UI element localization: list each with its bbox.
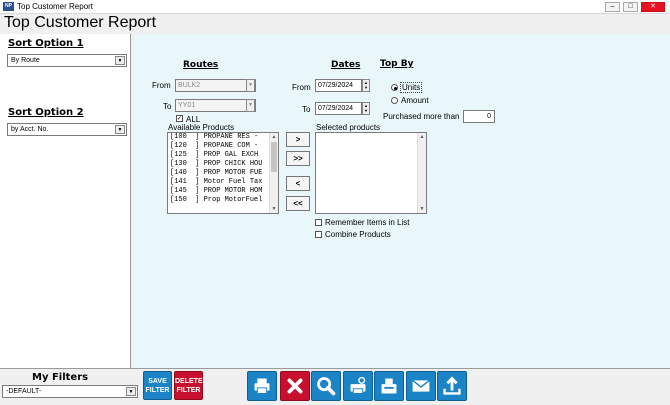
sort-option-1-select[interactable]: By Route ▼ (7, 54, 127, 67)
list-item[interactable]: [150 ] Prop MotorFuel (168, 196, 278, 205)
email-button[interactable] (406, 371, 436, 401)
routes-to-select[interactable]: YY01 ▼ (175, 99, 256, 112)
filter-select-value: -DEFAULT- (6, 388, 42, 395)
combine-products-checkbox[interactable] (315, 231, 322, 238)
bottom-divider (0, 368, 670, 369)
scroll-down-icon[interactable]: ▼ (418, 205, 426, 213)
window-titlebar (0, 0, 670, 14)
chevron-down-icon[interactable]: ▼ (246, 99, 255, 112)
selected-products-list[interactable]: ▲ ▼ (315, 132, 427, 214)
dates-title: Dates (331, 60, 361, 70)
chevron-down-icon[interactable]: ▼ (126, 387, 136, 396)
export-icon (443, 376, 461, 395)
export-button[interactable] (437, 371, 467, 401)
date-from-field[interactable]: 07/29/2024 (315, 79, 362, 92)
remove-all-button[interactable]: << (286, 196, 310, 211)
selected-products-label: Selected products (316, 123, 381, 132)
app-icon: NP (3, 2, 14, 11)
dates-from-label: From (292, 83, 311, 92)
fax-button[interactable] (374, 371, 404, 401)
scroll-up-icon[interactable]: ▲ (270, 133, 278, 141)
purchased-more-than-field[interactable]: 0 (463, 110, 495, 123)
page-title: Top Customer Report (4, 14, 157, 31)
amount-radio[interactable] (391, 97, 398, 104)
add-selected-button[interactable]: > (286, 132, 310, 147)
search-button[interactable] (311, 371, 341, 401)
available-products-label: Available Products (168, 123, 235, 132)
window-title: Top Customer Report (17, 2, 94, 11)
routes-from-select[interactable]: BULK2 ▼ (175, 79, 256, 92)
available-products-list[interactable]: [100 ] PROPANE RES - [120 ] PROPANE COM -… (167, 132, 279, 214)
list-item[interactable]: [100 ] PROPANE RES - (168, 133, 278, 142)
my-filters-label: My Filters (32, 372, 89, 383)
routes-to-label: To (163, 102, 172, 111)
minimize-button[interactable]: – (605, 2, 620, 12)
list-item[interactable]: [130 ] PROP CHICK HOU (168, 160, 278, 169)
sort-option-2-label: Sort Option 2 (8, 107, 84, 118)
purchased-more-than-label: Purchased more than (383, 112, 460, 121)
chevron-down-icon[interactable]: ▼ (246, 79, 255, 92)
routes-all-checkbox[interactable]: ✓ (176, 115, 183, 122)
list-scrollbar[interactable]: ▲ ▼ (269, 133, 278, 213)
top-by-title: Top By (380, 59, 414, 69)
delete-filter-button[interactable]: DELETE FILTER (174, 371, 203, 400)
search-icon (317, 377, 336, 396)
print-preview-button[interactable] (343, 371, 373, 401)
print-preview-icon (350, 376, 366, 394)
cancel-button[interactable] (280, 371, 310, 401)
list-item[interactable]: [125 ] PROP GAL EXCH (168, 151, 278, 160)
maximize-button[interactable]: □ (623, 2, 638, 12)
remember-items-checkbox[interactable] (315, 219, 322, 226)
sort-option-1-value: By Route (11, 57, 40, 64)
date-to-field[interactable]: 07/29/2024 (315, 102, 362, 115)
email-icon (412, 379, 430, 392)
combine-products-label: Combine Products (325, 230, 391, 239)
list-item[interactable]: [120 ] PROPANE COM - (168, 142, 278, 151)
chevron-down-icon[interactable]: ▼ (115, 56, 125, 65)
close-x-icon (287, 378, 303, 394)
units-label: Units (400, 82, 423, 93)
list-item[interactable]: [140 ] PROP MOTOR FUE (168, 169, 278, 178)
print-button[interactable] (247, 371, 277, 401)
filter-select[interactable]: -DEFAULT- ▼ (2, 385, 138, 398)
printer-icon (254, 378, 270, 394)
sort-option-2-value: by Acct. No. (11, 126, 49, 133)
remove-selected-button[interactable]: < (286, 176, 310, 191)
routes-title: Routes (183, 60, 219, 70)
save-filter-button[interactable]: SAVE FILTER (143, 371, 172, 400)
remember-items-label: Remember Items in List (325, 218, 410, 227)
scroll-thumb[interactable] (271, 142, 277, 172)
scroll-up-icon[interactable]: ▲ (418, 133, 426, 141)
list-scrollbar[interactable]: ▲ ▼ (417, 133, 426, 213)
list-item[interactable]: [141 ] Motor Fuel Tax (168, 178, 278, 187)
routes-from-value: BULK2 (178, 82, 201, 89)
sort-option-2-select[interactable]: by Acct. No. ▼ (7, 123, 127, 136)
date-to-spinner[interactable]: ▲ ▼ (362, 102, 370, 115)
chevron-down-icon[interactable]: ▼ (115, 125, 125, 134)
close-window-button[interactable]: ✕ (641, 2, 665, 12)
list-item[interactable]: [145 ] PROP MOTOR HOM (168, 187, 278, 196)
dates-to-label: To (302, 105, 311, 114)
amount-label: Amount (401, 96, 429, 105)
routes-from-label: From (152, 81, 171, 90)
sort-option-1-label: Sort Option 1 (8, 38, 84, 49)
fax-icon (381, 378, 397, 394)
routes-to-value: YY01 (178, 102, 196, 109)
sort-options-sidebar (0, 34, 131, 368)
scroll-down-icon[interactable]: ▼ (270, 205, 278, 213)
add-all-button[interactable]: >> (286, 151, 310, 166)
date-from-spinner[interactable]: ▲ ▼ (362, 79, 370, 92)
units-radio[interactable] (391, 84, 398, 91)
